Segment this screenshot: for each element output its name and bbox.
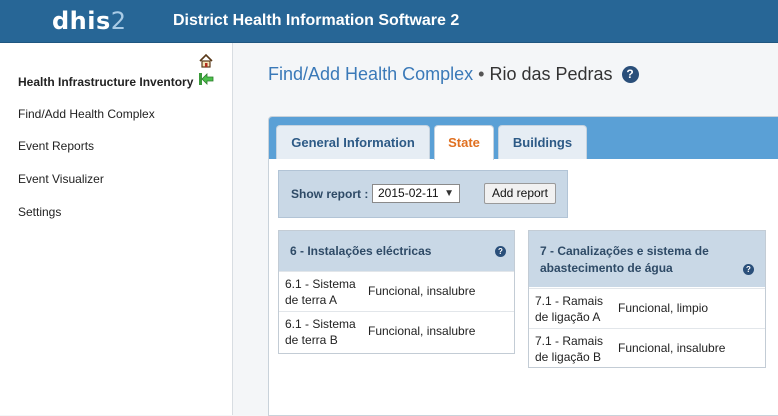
report-date-value: 2015-02-11 bbox=[378, 186, 439, 200]
card-header: 7 - Canalizações e sistema de abastecime… bbox=[529, 231, 765, 287]
show-report-label: Show report : bbox=[291, 187, 369, 201]
table-row: 7.1 - Ramais de ligação A Funcional, lim… bbox=[529, 288, 765, 328]
logo-suffix-text: 2 bbox=[110, 7, 127, 35]
logo-main-text: dhis bbox=[52, 7, 111, 35]
row-key: 7.1 - Ramais de ligação A bbox=[535, 294, 604, 324]
breadcrumb-link[interactable]: Find/Add Health Complex bbox=[268, 64, 473, 84]
add-report-button[interactable]: Add report bbox=[484, 183, 556, 204]
row-value: Funcional, insalubre bbox=[368, 284, 476, 298]
show-report-bar: Show report : 2015-02-11 ▼ Add report bbox=[278, 170, 568, 218]
sidebar-item-event-reports[interactable]: Event Reports bbox=[18, 139, 94, 153]
table-row: 7.1 - Ramais de ligação B Funcional, ins… bbox=[529, 328, 765, 368]
chevron-down-icon: ▼ bbox=[444, 188, 454, 199]
table-row: 6.1 - Sistema de terra A Funcional, insa… bbox=[279, 271, 514, 311]
help-icon[interactable]: ? bbox=[743, 264, 754, 275]
help-icon[interactable]: ? bbox=[495, 246, 506, 257]
row-value: Funcional, limpio bbox=[618, 301, 709, 315]
row-key: 6.1 - Sistema de terra A bbox=[285, 277, 356, 307]
entity-name: Rio das Pedras bbox=[489, 64, 613, 84]
row-key: 6.1 - Sistema de terra B bbox=[285, 317, 356, 347]
home-icon[interactable] bbox=[198, 53, 214, 69]
help-icon[interactable]: ? bbox=[621, 66, 639, 83]
card-title: 6 - Instalações eléctricas bbox=[290, 244, 432, 258]
card-electrical-installations: 6 - Instalações eléctricas ? 6.1 - Siste… bbox=[278, 230, 515, 354]
table-row: 6.1 - Sistema de terra B Funcional, insa… bbox=[279, 311, 514, 351]
sidebar-item-health-infrastructure[interactable]: Health Infrastructure Inventory bbox=[18, 75, 193, 89]
tab-general-information[interactable]: General Information bbox=[276, 125, 430, 159]
row-value: Funcional, insalubre bbox=[618, 341, 726, 355]
left-sidebar: Health Infrastructure Inventory Find/Add… bbox=[0, 43, 233, 415]
app-title: District Health Information Software 2 bbox=[173, 12, 460, 29]
page-title: Find/Add Health Complex • Rio das Pedras… bbox=[268, 64, 639, 85]
sidebar-item-event-visualizer[interactable]: Event Visualizer bbox=[18, 172, 104, 186]
card-header: 6 - Instalações eléctricas ? bbox=[279, 231, 514, 271]
card-title: 7 - Canalizações e sistema de abastecime… bbox=[540, 244, 709, 275]
top-header-bar: dhis2 District Health Information Softwa… bbox=[0, 0, 778, 43]
row-value: Funcional, insalubre bbox=[368, 324, 476, 338]
sidebar-toolbar bbox=[196, 53, 232, 85]
dhis2-logo[interactable]: dhis2 bbox=[52, 7, 127, 35]
tab-buildings[interactable]: Buildings bbox=[498, 125, 587, 159]
breadcrumb-separator: • bbox=[478, 64, 485, 84]
tab-panel: General Information State Buildings Show… bbox=[268, 116, 778, 416]
report-date-select[interactable]: 2015-02-11 ▼ bbox=[372, 184, 460, 203]
tab-state[interactable]: State bbox=[434, 125, 494, 160]
sidebar-item-find-add-health-complex[interactable]: Find/Add Health Complex bbox=[18, 107, 155, 121]
tab-bar: General Information State Buildings bbox=[269, 117, 778, 160]
back-arrow-icon[interactable] bbox=[198, 71, 214, 87]
sidebar-item-settings[interactable]: Settings bbox=[18, 205, 61, 219]
row-key: 7.1 - Ramais de ligação B bbox=[535, 334, 604, 364]
card-plumbing-water-supply: 7 - Canalizações e sistema de abastecime… bbox=[528, 230, 766, 368]
